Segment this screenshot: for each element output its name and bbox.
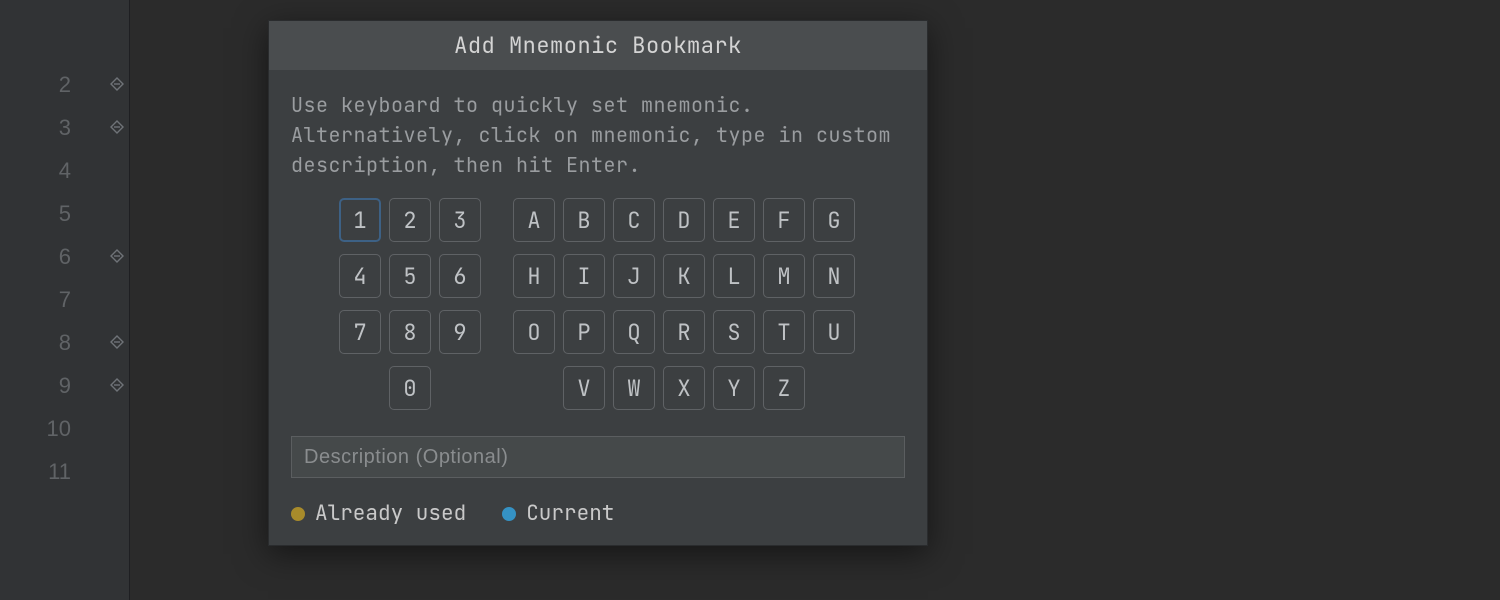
legend-current: Current [502,500,614,527]
popup-title: Add Mnemonic Bookmark [269,21,927,70]
mnemonic-key-r[interactable]: R [663,310,705,354]
line-number: 5 [0,192,129,235]
mnemonic-key-g[interactable]: G [813,198,855,242]
mnemonic-key-v[interactable]: V [563,366,605,410]
mnemonic-key-i[interactable]: I [563,254,605,298]
mnemonic-key-k[interactable]: K [663,254,705,298]
mnemonic-key-s[interactable]: S [713,310,755,354]
mnemonic-key-7[interactable]: 7 [339,310,381,354]
mnemonic-key-1[interactable]: 1 [339,198,381,242]
key-row: VWXYZ [513,366,855,410]
mnemonic-key-9[interactable]: 9 [439,310,481,354]
description-input[interactable] [291,436,905,478]
legend-dot-used-icon [291,507,305,521]
letter-grid: ABCDEFG HIJKLMN OPQRSTU VWXYZ [513,198,855,410]
mnemonic-key-d[interactable]: D [663,198,705,242]
legend: Already used Current [291,500,905,527]
mnemonic-key-y[interactable]: Y [713,366,755,410]
mnemonic-key-m[interactable]: M [763,254,805,298]
code-editor[interactable]: { 2]); Add Mnemonic Bookmark Use keyboar… [130,0,1500,600]
key-row: 456 [339,254,481,298]
line-number: 11 [0,450,129,493]
editor-gutter: 234567891011 [0,0,130,600]
mnemonic-key-u[interactable]: U [813,310,855,354]
fold-marker-icon[interactable] [109,377,125,393]
mnemonic-key-5[interactable]: 5 [389,254,431,298]
line-number: 7 [0,278,129,321]
mnemonic-key-0[interactable]: 0 [389,366,431,410]
mnemonic-key-c[interactable]: C [613,198,655,242]
mnemonic-key-z[interactable]: Z [763,366,805,410]
mnemonic-key-3[interactable]: 3 [439,198,481,242]
fold-marker-icon[interactable] [109,248,125,264]
mnemonic-key-x[interactable]: X [663,366,705,410]
digit-grid: 1234567890 [339,198,481,410]
mnemonic-key-2[interactable]: 2 [389,198,431,242]
popup-hint: Use keyboard to quickly set mnemonic. Al… [291,90,905,180]
key-row: 123 [339,198,481,242]
mnemonic-key-o[interactable]: O [513,310,555,354]
key-row: 789 [339,310,481,354]
popup-body: Use keyboard to quickly set mnemonic. Al… [269,70,927,545]
mnemonic-bookmark-popup: Add Mnemonic Bookmark Use keyboard to qu… [268,20,928,546]
key-row: ABCDEFG [513,198,855,242]
mnemonic-key-f[interactable]: F [763,198,805,242]
mnemonic-key-6[interactable]: 6 [439,254,481,298]
mnemonic-key-e[interactable]: E [713,198,755,242]
line-number: 10 [0,407,129,450]
key-row: HIJKLMN [513,254,855,298]
legend-current-label: Current [526,500,614,527]
mnemonic-key-grids: 1234567890 ABCDEFGHIJKLMNOPQRSTUVWXYZ [291,198,905,410]
mnemonic-key-t[interactable]: T [763,310,805,354]
mnemonic-key-l[interactable]: L [713,254,755,298]
mnemonic-key-n[interactable]: N [813,254,855,298]
key-row: 0 [339,366,481,410]
mnemonic-key-w[interactable]: W [613,366,655,410]
mnemonic-key-8[interactable]: 8 [389,310,431,354]
mnemonic-key-q[interactable]: Q [613,310,655,354]
mnemonic-key-a[interactable]: A [513,198,555,242]
key-row: OPQRSTU [513,310,855,354]
mnemonic-key-4[interactable]: 4 [339,254,381,298]
legend-already-used: Already used [291,500,466,527]
legend-used-label: Already used [315,500,466,527]
fold-marker-icon[interactable] [109,119,125,135]
fold-marker-icon[interactable] [109,334,125,350]
mnemonic-key-h[interactable]: H [513,254,555,298]
line-number: 4 [0,149,129,192]
mnemonic-key-j[interactable]: J [613,254,655,298]
fold-marker-icon[interactable] [109,76,125,92]
legend-dot-current-icon [502,507,516,521]
mnemonic-key-p[interactable]: P [563,310,605,354]
mnemonic-key-b[interactable]: B [563,198,605,242]
